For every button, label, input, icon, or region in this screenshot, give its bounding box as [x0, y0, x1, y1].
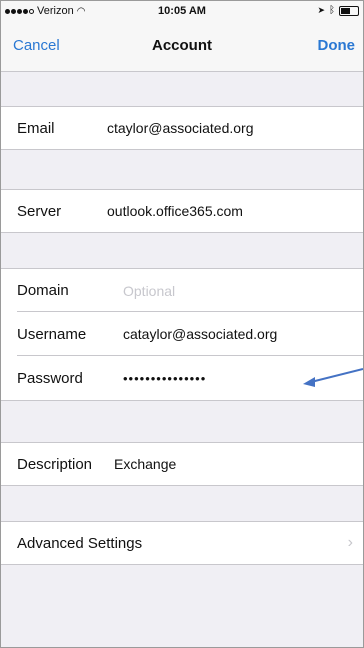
email-label: Email — [17, 119, 55, 137]
status-time: 10:05 AM — [158, 5, 206, 17]
chevron-right-icon: › — [347, 534, 353, 551]
domain-field[interactable]: Optional — [123, 283, 175, 299]
page-title: Account — [152, 37, 212, 54]
phone-screen: Verizon ◠ 10:05 AM ➤ ᛒ Cancel Account Do… — [0, 0, 364, 648]
username-field[interactable]: cataylor@associated.org — [123, 326, 277, 342]
bluetooth-icon: ᛒ — [329, 5, 335, 16]
server-label: Server — [17, 202, 62, 220]
navigation-bar: Cancel Account Done — [1, 21, 363, 72]
email-field[interactable]: ctaylor@associated.org — [107, 120, 254, 136]
password-label: Password — [17, 369, 83, 387]
email-row[interactable]: Email ctaylor@associated.org — [1, 106, 363, 150]
status-right: ➤ ᛒ — [317, 5, 359, 16]
description-field[interactable]: Exchange — [114, 456, 176, 472]
server-field[interactable]: outlook.office365.com — [107, 203, 243, 219]
annotation-arrow-icon — [303, 368, 363, 387]
done-button[interactable]: Done — [318, 37, 356, 54]
password-field[interactable]: ••••••••••••••• — [123, 371, 206, 386]
location-icon: ➤ — [317, 5, 325, 15]
username-label: Username — [17, 325, 87, 343]
battery-icon — [339, 5, 359, 16]
advanced-settings-row[interactable]: Advanced Settings › — [1, 521, 363, 565]
advanced-settings-label: Advanced Settings — [17, 534, 143, 552]
username-row[interactable]: Username cataylor@associated.org — [1, 311, 363, 356]
domain-label: Domain — [17, 282, 69, 299]
domain-row[interactable]: Domain Optional — [1, 268, 363, 312]
description-row[interactable]: Description Exchange — [1, 442, 363, 486]
description-label: Description — [17, 455, 93, 473]
status-bar: Verizon ◠ 10:05 AM ➤ ᛒ — [1, 1, 363, 21]
server-row[interactable]: Server outlook.office365.com — [1, 189, 363, 233]
